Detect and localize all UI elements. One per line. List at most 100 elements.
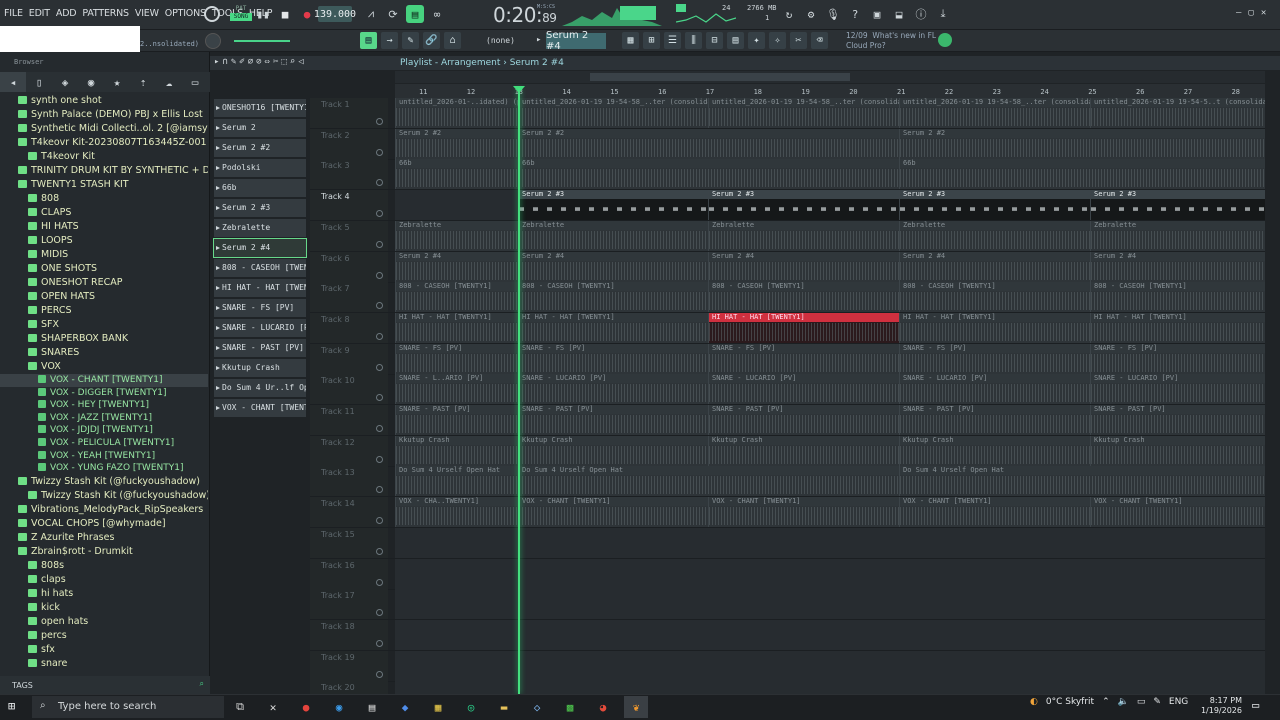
tray-chevron-icon[interactable]: ⌃ bbox=[1102, 697, 1110, 707]
pattern-clip[interactable]: VOX - CHANT [TWENTY1] bbox=[1090, 497, 1265, 528]
pattern-clip[interactable]: 808 - CASEOH [TWENTY1] bbox=[899, 282, 1090, 313]
pattern-clip[interactable]: SNARE - FS [PV] bbox=[518, 343, 708, 374]
pattern-clip[interactable]: Zebralette bbox=[1090, 220, 1265, 251]
menu-options[interactable]: OPTIONS bbox=[165, 8, 206, 19]
browser-file[interactable]: VOX - CHANT [TWENTY1] bbox=[0, 374, 208, 387]
browser-folder[interactable]: Zbrain$rott - Drumkit bbox=[0, 545, 208, 559]
taskbar-clock[interactable]: 8:17 PM 1/19/2026 bbox=[1200, 696, 1242, 716]
browser-folder[interactable]: OPEN HATS bbox=[0, 290, 208, 304]
cloud-icon[interactable] bbox=[938, 33, 952, 47]
track-mute-led[interactable] bbox=[376, 148, 383, 156]
browser-file[interactable]: VOX - DIGGER [TWENTY1] bbox=[0, 387, 208, 400]
pattern-clip[interactable]: SNARE - FS [PV] bbox=[708, 343, 899, 374]
track-mute-led[interactable] bbox=[376, 302, 383, 310]
speaker-icon[interactable]: ◈ bbox=[52, 72, 78, 92]
browser-folder[interactable]: SHAPERBOX BANK bbox=[0, 332, 208, 346]
app-blue-icon[interactable]: ◆ bbox=[393, 696, 417, 718]
track-lane[interactable]: Serum 2 #2 Serum 2 #2 Serum 2 #2 bbox=[395, 128, 1265, 159]
picker-item[interactable]: 808 - CASEOH [TWENTY1] bbox=[214, 259, 306, 277]
track-mute-led[interactable] bbox=[376, 670, 383, 678]
pattern-clip[interactable]: SNARE - PAST [PV] bbox=[395, 405, 518, 435]
pattern-clip[interactable]: untitled_2026-01-19 19-54-58_..ter (cons… bbox=[518, 98, 708, 128]
app-code-icon[interactable]: ◇ bbox=[525, 696, 549, 718]
piano-roll-icon[interactable]: ⊞ bbox=[643, 32, 660, 49]
weather-icon[interactable]: ◐ bbox=[1030, 697, 1038, 707]
plugin-picker-icon[interactable]: ✦ bbox=[748, 32, 765, 49]
pattern-clip[interactable]: Kkutup Crash bbox=[899, 435, 1090, 466]
pattern-clip[interactable]: 66b bbox=[395, 159, 518, 190]
pattern-clip[interactable]: SNARE - FS [PV] bbox=[395, 343, 518, 374]
app-notes-icon[interactable]: ▤ bbox=[360, 696, 384, 718]
menu-patterns[interactable]: PATTERNS bbox=[82, 8, 129, 19]
pattern-clip[interactable]: 66b bbox=[899, 159, 1265, 190]
slip-icon[interactable]: ⇔ bbox=[265, 57, 270, 69]
track-lane[interactable]: Kkutup Crash Kkutup Crash Kkutup Crash Kkut… bbox=[395, 435, 1265, 466]
browser-folder[interactable]: snare bbox=[0, 657, 208, 671]
countdown-icon[interactable]: ▤ bbox=[406, 5, 424, 23]
cut-icon[interactable]: ✂ bbox=[790, 32, 807, 49]
pattern-clip[interactable]: VOX - CHANT [TWENTY1] bbox=[899, 497, 1090, 528]
track-header[interactable]: Track 2 bbox=[310, 128, 388, 159]
track-header[interactable]: Track 11 bbox=[310, 405, 388, 435]
task-view-icon[interactable]: ⧉ bbox=[228, 696, 252, 718]
picker-item[interactable]: 66b bbox=[214, 179, 306, 197]
track-mute-led[interactable] bbox=[376, 240, 383, 248]
play-icon[interactable]: ▮▮ bbox=[254, 5, 272, 23]
playlist-pattern[interactable]: Serum 2 #4 bbox=[510, 58, 564, 68]
pattern-clip[interactable]: SNARE - PAST [PV] bbox=[1090, 405, 1265, 435]
pen-icon[interactable]: ✎ bbox=[1153, 697, 1161, 707]
network-icon[interactable]: ▭ bbox=[1137, 697, 1146, 707]
pattern-clip[interactable]: Serum 2 #2 bbox=[395, 128, 518, 159]
zoom-icon[interactable]: ⌕ bbox=[290, 57, 295, 69]
browser-folder[interactable]: sfx bbox=[0, 643, 208, 657]
track-mute-led[interactable] bbox=[376, 210, 383, 218]
pattern-clip[interactable]: VOX - CHANT [TWENTY1] bbox=[518, 497, 708, 528]
pattern-clip[interactable]: Kkutup Crash bbox=[708, 435, 899, 466]
weather-text[interactable]: 0°C Skyfrit bbox=[1046, 697, 1094, 707]
browser-folder[interactable]: open hats bbox=[0, 615, 208, 629]
pattern-clip[interactable]: Kkutup Crash bbox=[395, 435, 518, 466]
pattern-clip[interactable]: HI HAT - HAT [TWENTY1] bbox=[899, 312, 1090, 343]
pencil-icon[interactable]: ✎ bbox=[402, 32, 419, 49]
picker-item[interactable]: ONESHOT16 [TWENTY1] bbox=[214, 99, 306, 117]
track-header[interactable]: Track 10 bbox=[310, 374, 388, 405]
pattern-clip[interactable]: SNARE - LUCARIO [PV] bbox=[899, 374, 1090, 405]
picker-item[interactable]: SNARE - LUCARIO [PV] bbox=[214, 319, 306, 337]
mute-icon[interactable]: ⊘ bbox=[256, 57, 261, 69]
track-mute-led[interactable] bbox=[376, 486, 383, 494]
pattern-clip[interactable]: Serum 2 #4 bbox=[395, 251, 518, 282]
track-lane[interactable]: SNARE - FS [PV] SNARE - FS [PV] SNARE - FS… bbox=[395, 343, 1265, 374]
pat-song-toggle[interactable]: PAT SONG bbox=[230, 5, 252, 23]
pattern-clip[interactable]: Zebralette bbox=[395, 220, 518, 251]
pattern-clip[interactable]: SNARE - LUCARIO [PV] bbox=[708, 374, 899, 405]
picker-item[interactable]: Serum 2 #3 bbox=[214, 199, 306, 217]
browser-folder[interactable]: TWENTY1 STASH KIT bbox=[0, 178, 208, 192]
notification-icon[interactable]: ▭ bbox=[1252, 698, 1259, 712]
fl-studio-icon[interactable]: ❦ bbox=[624, 696, 648, 718]
browser-folder[interactable]: Vibrations_MelodyPack_RipSpeakers bbox=[0, 503, 208, 517]
save-icon[interactable]: ▣ bbox=[868, 5, 886, 23]
language-indicator[interactable]: ENG bbox=[1169, 697, 1188, 707]
browser-folder[interactable]: Z Azurite Phrases bbox=[0, 531, 208, 545]
browser-toggle-icon[interactable]: ⊟ bbox=[706, 32, 723, 49]
app-yellow-icon[interactable]: ▦ bbox=[426, 696, 450, 718]
track-mute-led[interactable] bbox=[376, 363, 383, 371]
pattern-prev-icon[interactable]: ▸ bbox=[536, 35, 541, 45]
pattern-clip[interactable]: HI HAT - HAT [TWENTY1] bbox=[708, 312, 899, 343]
track-header[interactable]: Track 3 bbox=[310, 159, 388, 190]
track-lane[interactable] bbox=[395, 589, 1265, 620]
pattern-clip[interactable]: SNARE - PAST [PV] bbox=[518, 405, 708, 435]
link-icon[interactable]: 🔗 bbox=[423, 32, 440, 49]
playlist-play-icon[interactable]: ▸ bbox=[214, 57, 219, 69]
slice-icon[interactable]: ✂ bbox=[273, 57, 278, 69]
track-lane[interactable]: Do Sum 4 Urself Open Hat Do Sum 4 Urself … bbox=[395, 466, 1265, 497]
pattern-clip[interactable]: SNARE - L..ARIO [PV] bbox=[395, 374, 518, 405]
browser-folder[interactable]: LOOPS bbox=[0, 234, 208, 248]
plugin-database-icon[interactable]: ◉ bbox=[78, 72, 104, 92]
browser-file[interactable]: VOX - HEY [TWENTY1] bbox=[0, 399, 208, 412]
track-header[interactable]: Track 15 bbox=[310, 527, 388, 558]
tempo-display[interactable]: 139.000 bbox=[314, 6, 356, 22]
taskbar-search[interactable]: ⌕ Type here to search bbox=[32, 696, 224, 718]
volume-icon[interactable]: 🔈 bbox=[1118, 697, 1129, 707]
pattern-clip[interactable]: untitled_2026-01-..idated) (pitch.. bbox=[395, 98, 518, 128]
